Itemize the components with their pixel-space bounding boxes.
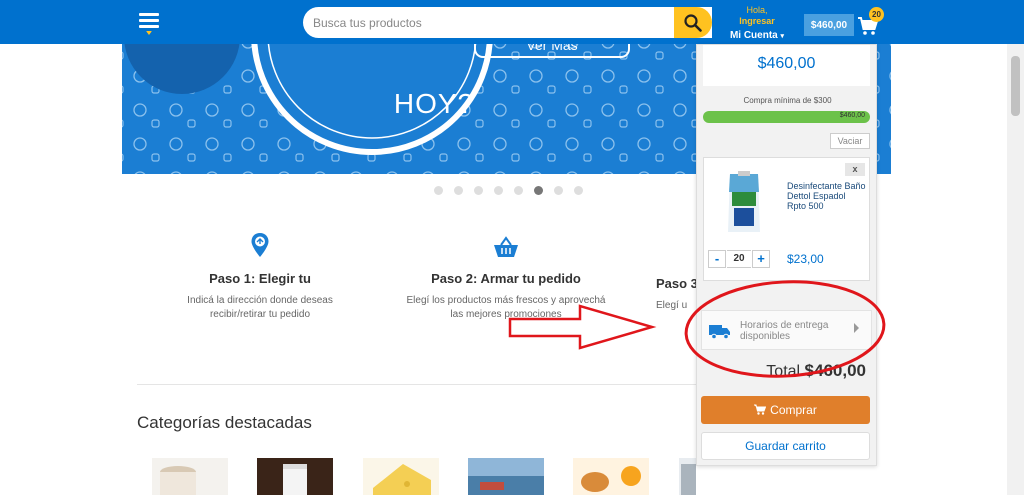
banner-headline: HOY? [393,88,475,119]
category-thumb-appliances[interactable] [679,458,696,495]
carousel-dot-7[interactable] [554,186,563,195]
step-2-description: Elegí los productos más frescos y aprove… [406,295,606,320]
hamburger-menu-icon[interactable] [139,13,159,35]
cheese-image [373,464,431,495]
banner-cta-button[interactable]: Ver Más [474,44,630,58]
quantity-decrease-button[interactable]: - [708,250,726,268]
product-name[interactable]: Desinfectante Baño Dettol Espadol Rpto 5… [787,181,867,211]
step-3: Paso 3 Elegí u [656,268,696,313]
section-divider [137,384,697,385]
step-1-title: Paso 1: Elegir tu [209,271,311,286]
step-1: Paso 1: Elegir tu Indicá la dirección do… [160,232,360,322]
minimum-purchase-label: Compra mínima de $300 [743,96,832,105]
search-box [303,7,712,38]
carousel-dot-1[interactable] [434,186,443,195]
cart-subtotal: $460,00 [703,45,870,86]
cart-dropdown: $460,00 Compra mínima de $300 $460,00 Va… [696,44,877,466]
top-header: Hola, Ingresar Mi Cuenta ▾ $460,00 20 [0,0,1024,44]
bakery-image [581,466,641,492]
search-input[interactable] [303,7,673,38]
minimum-purchase-progress: $460,00 [703,111,870,123]
progress-value: $460,00 [839,112,865,119]
search-button[interactable] [674,7,712,38]
appliance-image [681,464,696,495]
product-image [728,171,760,232]
cart-icon [754,404,767,415]
chevron-down-icon: ▾ [780,33,785,40]
category-thumb-bakery[interactable] [573,458,649,495]
scrollbar-thumb[interactable] [1011,56,1020,116]
category-thumb-milk[interactable] [257,458,333,495]
delivery-schedule-button[interactable]: Horarios de entrega disponibles [701,310,872,350]
clear-cart-button[interactable]: Vaciar [830,133,870,149]
login-link[interactable]: Ingresar [722,16,792,27]
carousel-dot-6[interactable] [534,186,543,195]
item-price: $23,00 [787,252,824,266]
step-1-description: Indicá la dirección donde deseas recibir/… [187,295,333,320]
cart-amount-button[interactable]: $460,00 [804,14,854,36]
step-3-title: Paso 3 [656,276,696,291]
quantity-value[interactable]: 20 [727,250,751,268]
cart-count-badge: 20 [869,7,884,22]
account-menu[interactable]: Hola, Ingresar Mi Cuenta ▾ [722,5,792,42]
featured-categories-title: Categorías destacadas [137,413,312,432]
outdoor-image [468,476,544,495]
delivery-truck-icon [709,325,730,340]
category-thumb-yogurt[interactable] [152,458,228,495]
basket-icon [494,236,518,257]
step-2-title: Paso 2: Armar tu pedido [431,271,581,286]
search-icon [684,13,702,32]
remove-item-button[interactable]: x [845,163,865,176]
page-scrollbar[interactable] [1007,44,1024,495]
milk-image [283,464,307,495]
carousel-dot-2[interactable] [454,186,463,195]
carousel-dot-4[interactable] [494,186,503,195]
delivery-schedule-label: Horarios de entrega disponibles [740,320,829,342]
step-2: Paso 2: Armar tu pedido Elegí los produc… [396,236,616,322]
cart-total: Total $460,00 [766,361,866,380]
category-thumb-outdoor[interactable] [468,458,544,495]
chevron-right-icon [854,323,859,333]
quantity-increase-button[interactable]: + [752,250,770,268]
page: Hola, Ingresar Mi Cuenta ▾ $460,00 20 [0,0,1024,495]
cart-item: x Desinfectante Baño Dettol Espadol Rpto… [703,157,870,281]
save-cart-button[interactable]: Guardar carrito [701,432,870,460]
carousel-dot-5[interactable] [514,186,523,195]
yogurt-image [160,466,196,495]
account-greeting: Hola, [746,5,768,15]
location-pin-icon [251,233,269,257]
carousel-dots [434,186,583,195]
carousel-dot-3[interactable] [474,186,483,195]
carousel-dot-8[interactable] [574,186,583,195]
category-thumb-cheese[interactable] [363,458,439,495]
buy-button[interactable]: Comprar [701,396,870,424]
my-account-label: Mi Cuenta ▾ [729,30,785,41]
step-3-description: Elegí u [656,300,688,311]
